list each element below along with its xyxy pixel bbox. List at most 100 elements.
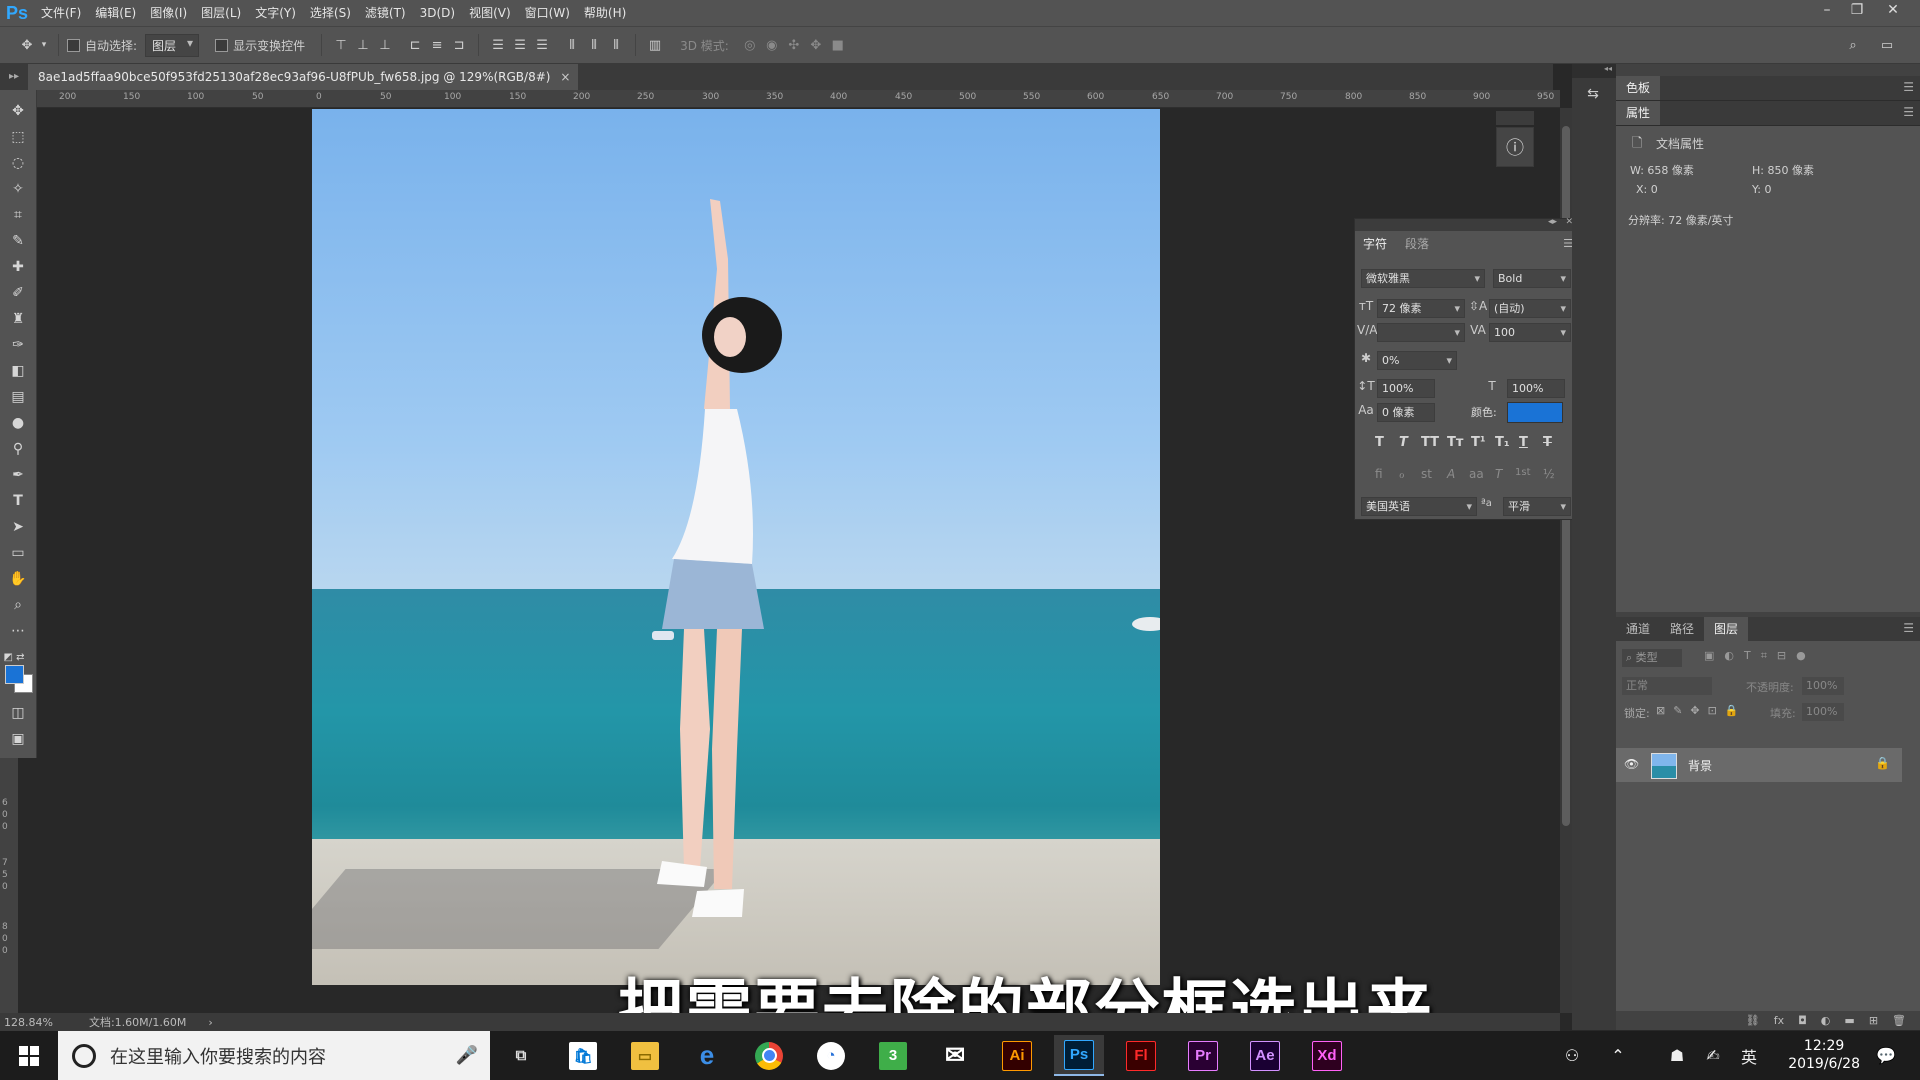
tool-preset-chevron-icon[interactable]: ▾ (38, 34, 50, 56)
fractions-icon[interactable]: ½ (1543, 467, 1555, 481)
font-size-field[interactable]: 72 像素 (1377, 299, 1465, 318)
chrome-icon[interactable] (744, 1035, 794, 1076)
vertical-scale-field[interactable]: 100% (1377, 379, 1435, 398)
show-hidden-icons-icon[interactable]: ⌃ (1602, 1031, 1634, 1080)
tab-layers[interactable]: 图层 (1704, 617, 1749, 641)
after-effects-icon[interactable]: Ae (1240, 1035, 1290, 1076)
premiere-icon[interactable]: Pr (1178, 1035, 1228, 1076)
people-icon[interactable]: ⚇ (1556, 1031, 1588, 1080)
titling-alternates-icon[interactable]: T (1495, 467, 1502, 481)
text-color-swatch[interactable] (1507, 402, 1563, 423)
menu-edit[interactable]: 编辑(E) (88, 0, 143, 26)
tray-app-icon[interactable]: ☗ (1662, 1031, 1692, 1080)
system-clock[interactable]: 12:29 2019/6/28 (1788, 1037, 1860, 1073)
align-right-icon[interactable]: ⊐ (448, 34, 470, 56)
stylistic-alternates-icon[interactable]: aa (1469, 467, 1484, 481)
tab-character[interactable]: 字符 (1355, 233, 1396, 255)
all-caps-icon[interactable]: TT (1421, 435, 1439, 450)
slide-3d-icon[interactable]: ✥ (805, 34, 827, 56)
align-hcenter-icon[interactable]: ≡ (426, 34, 448, 56)
windows-start-button[interactable] (0, 1031, 58, 1080)
scale-3d-icon[interactable]: ■ (827, 34, 849, 56)
pen-tray-icon[interactable]: ✍ (1698, 1031, 1728, 1080)
dodge-tool-icon[interactable]: ⚲ (6, 438, 30, 460)
fill-field[interactable]: 100% (1802, 703, 1844, 721)
expand-panels-icon[interactable]: ◂◂ (1572, 64, 1616, 78)
search-icon[interactable]: ⌕ (1842, 34, 1864, 56)
history-panel-icon[interactable]: ⇆ (1582, 86, 1604, 108)
height-value[interactable]: H: 850 像素 (1752, 162, 1814, 178)
font-style-dropdown[interactable]: Bold (1493, 269, 1571, 288)
close-tab-icon[interactable]: × (560, 64, 570, 90)
document-image[interactable] (312, 109, 1160, 985)
baseline-shift-field[interactable]: 0 像素 (1377, 403, 1435, 422)
new-layer-icon[interactable]: ⊞ (1869, 1014, 1878, 1027)
distribute-vcenter-icon[interactable]: ☰ (509, 34, 531, 56)
delete-layer-icon[interactable]: 🗑 (1892, 1014, 1906, 1027)
lock-icons[interactable]: ⊠✎✥⊡🔒 (1656, 704, 1747, 717)
small-caps-icon[interactable]: Tт (1447, 435, 1463, 450)
distribute-bottom-icon[interactable]: ☰ (531, 34, 553, 56)
width-value[interactable]: W: 658 像素 (1630, 162, 1694, 178)
lasso-tool-icon[interactable]: ◌ (6, 152, 30, 174)
tab-paths[interactable]: 路径 (1660, 617, 1704, 641)
distribute-right-icon[interactable]: ⦀ (605, 34, 627, 56)
menu-window[interactable]: 窗口(W) (518, 0, 577, 26)
anti-alias-dropdown[interactable]: 平滑 (1503, 497, 1571, 516)
roll-3d-icon[interactable]: ◉ (761, 34, 783, 56)
auto-select-dropdown[interactable]: 图层 (145, 33, 200, 57)
faux-bold-icon[interactable]: T (1375, 435, 1384, 450)
healing-brush-tool-icon[interactable]: ✚ (6, 256, 30, 278)
marquee-tool-icon[interactable]: ⬚ (6, 126, 30, 148)
screen-mode-icon[interactable]: ▣ (6, 728, 30, 750)
underline-icon[interactable]: T (1519, 435, 1528, 450)
layer-row[interactable]: 👁 背景 🔒 (1616, 748, 1902, 782)
microsoft-store-icon[interactable]: 🛍 (558, 1035, 608, 1076)
history-brush-tool-icon[interactable]: ✑ (6, 334, 30, 356)
file-explorer-icon[interactable]: ▭ (620, 1035, 670, 1076)
quick-mask-icon[interactable]: ◫ (6, 702, 30, 724)
menu-type[interactable]: 文字(Y) (248, 0, 303, 26)
collapse-icon[interactable]: ◂▸ (1548, 217, 1557, 227)
rectangle-tool-icon[interactable]: ▭ (6, 542, 30, 564)
menu-file[interactable]: 文件(F) (34, 0, 88, 26)
tsume-field[interactable]: 0% (1377, 351, 1457, 370)
swash-icon[interactable]: A (1447, 467, 1455, 481)
auto-select-checkbox[interactable] (67, 38, 80, 52)
menu-select[interactable]: 选择(S) (303, 0, 358, 26)
distribute-top-icon[interactable]: ☰ (487, 34, 509, 56)
horizontal-scale-field[interactable]: 100% (1507, 379, 1565, 398)
menu-3d[interactable]: 3D(D) (413, 0, 462, 26)
visibility-eye-icon[interactable]: 👁 (1624, 757, 1639, 771)
align-vcenter-icon[interactable]: ⊥ (352, 34, 374, 56)
language-dropdown[interactable]: 美国英语 (1361, 497, 1477, 516)
orbit-3d-icon[interactable]: ◎ (739, 34, 761, 56)
contextual-alternates-icon[interactable]: ℴ (1399, 467, 1405, 481)
restore-icon[interactable]: ❐ (1842, 0, 1872, 20)
pan-3d-icon[interactable]: ✣ (783, 34, 805, 56)
kerning-field[interactable] (1377, 323, 1465, 342)
show-transform-checkbox[interactable] (215, 38, 229, 52)
y-value[interactable]: Y: 0 (1752, 183, 1771, 196)
panel-menu-icon[interactable]: ☰ (1903, 105, 1914, 119)
microphone-icon[interactable]: 🎤 (456, 1045, 478, 1066)
xd-icon[interactable]: Xd (1302, 1035, 1352, 1076)
tab-channels[interactable]: 通道 (1616, 617, 1660, 641)
brush-tool-icon[interactable]: ✐ (6, 282, 30, 304)
status-menu-arrow[interactable]: › (208, 1016, 212, 1029)
panel-collapse-icon[interactable]: ▸▸ (0, 64, 28, 90)
taskbar-search-box[interactable]: 在这里输入你要搜索的内容 🎤 (58, 1031, 490, 1080)
align-top-icon[interactable]: ⊤ (330, 34, 352, 56)
tab-paragraph[interactable]: 段落 (1397, 233, 1437, 255)
magic-wand-tool-icon[interactable]: ✧ (6, 178, 30, 200)
type-tool-icon[interactable]: T (6, 490, 30, 512)
distribute-hcenter-icon[interactable]: ⦀ (583, 34, 605, 56)
notifications-icon[interactable]: 💬 (1866, 1031, 1906, 1080)
superscript-icon[interactable]: T¹ (1471, 435, 1486, 450)
input-method-indicator[interactable]: 英 (1734, 1031, 1764, 1080)
close-icon[interactable]: ✕ (1878, 0, 1908, 20)
edge-browser-icon[interactable]: e (682, 1035, 732, 1076)
add-mask-icon[interactable]: ◘ (1798, 1014, 1807, 1027)
discretionary-ligatures-icon[interactable]: st (1421, 467, 1432, 481)
distribute-left-icon[interactable]: ⦀ (561, 34, 583, 56)
